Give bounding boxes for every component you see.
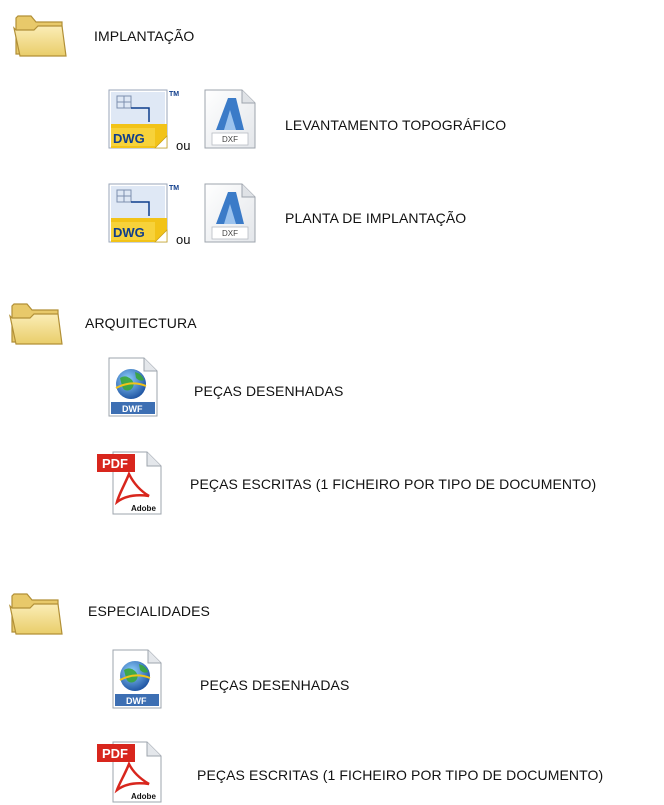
pdf-file-icon: PDF Adobe	[97, 741, 162, 803]
folder-especialidades[interactable]	[8, 586, 64, 638]
dwg-file-levantamento[interactable]: DWG TM	[107, 88, 183, 152]
file-label-pecas-escritas: PEÇAS ESCRITAS (1 FICHEIRO POR TIPO DE D…	[190, 476, 597, 492]
or-text: ou	[176, 138, 191, 153]
svg-text:DWF: DWF	[122, 404, 143, 414]
folder-arquitectura[interactable]	[8, 296, 64, 348]
or-text: ou	[176, 232, 191, 247]
dwf-file-especialidades[interactable]: DWF	[110, 648, 164, 710]
folder-icon	[8, 303, 63, 345]
section-title-implantacao: IMPLANTAÇÃO	[94, 28, 195, 44]
dwg-file-icon: DWG TM	[108, 89, 179, 149]
file-label-levantamento: LEVANTAMENTO TOPOGRÁFICO	[285, 117, 507, 133]
file-label-pecas-desenhadas: PEÇAS DESENHADAS	[200, 677, 350, 693]
svg-text:DWF: DWF	[126, 696, 147, 706]
svg-text:PDF: PDF	[102, 456, 128, 471]
dwf-file-icon: DWF	[108, 357, 158, 417]
dxf-file-planta[interactable]: DXF	[202, 182, 258, 244]
file-label-pecas-escritas: PEÇAS ESCRITAS (1 FICHEIRO POR TIPO DE D…	[197, 767, 604, 783]
pdf-file-especialidades[interactable]: PDF Adobe	[95, 738, 165, 804]
pdf-file-arquitectura[interactable]: PDF Adobe	[95, 448, 165, 516]
pdf-file-icon: PDF Adobe	[97, 451, 162, 515]
svg-text:DWG: DWG	[113, 225, 145, 240]
file-label-pecas-desenhadas: PEÇAS DESENHADAS	[194, 383, 344, 399]
svg-text:Adobe: Adobe	[131, 792, 156, 801]
dwg-file-planta[interactable]: DWG TM	[107, 182, 183, 246]
svg-text:Adobe: Adobe	[131, 504, 156, 513]
section-title-especialidades: ESPECIALIDADES	[88, 603, 210, 619]
folder-icon	[12, 15, 67, 57]
folder-implantacao[interactable]	[12, 8, 68, 60]
svg-text:PDF: PDF	[102, 746, 128, 761]
folder-icon	[8, 593, 63, 635]
svg-text:DXF: DXF	[222, 135, 238, 144]
dxf-file-icon: DXF	[204, 89, 256, 149]
dxf-file-levantamento[interactable]: DXF	[202, 88, 258, 150]
svg-text:DWG: DWG	[113, 131, 145, 146]
dxf-file-icon: DXF	[204, 183, 256, 243]
dwf-file-icon: DWF	[112, 649, 162, 709]
file-label-planta: PLANTA DE IMPLANTAÇÃO	[285, 210, 467, 226]
section-title-arquitectura: ARQUITECTURA	[85, 315, 197, 331]
dwf-file-arquitectura[interactable]: DWF	[106, 356, 160, 418]
svg-text:TM: TM	[169, 185, 179, 192]
dwg-file-icon: DWG TM	[108, 183, 179, 243]
svg-text:DXF: DXF	[222, 229, 238, 238]
svg-text:TM: TM	[169, 91, 179, 98]
